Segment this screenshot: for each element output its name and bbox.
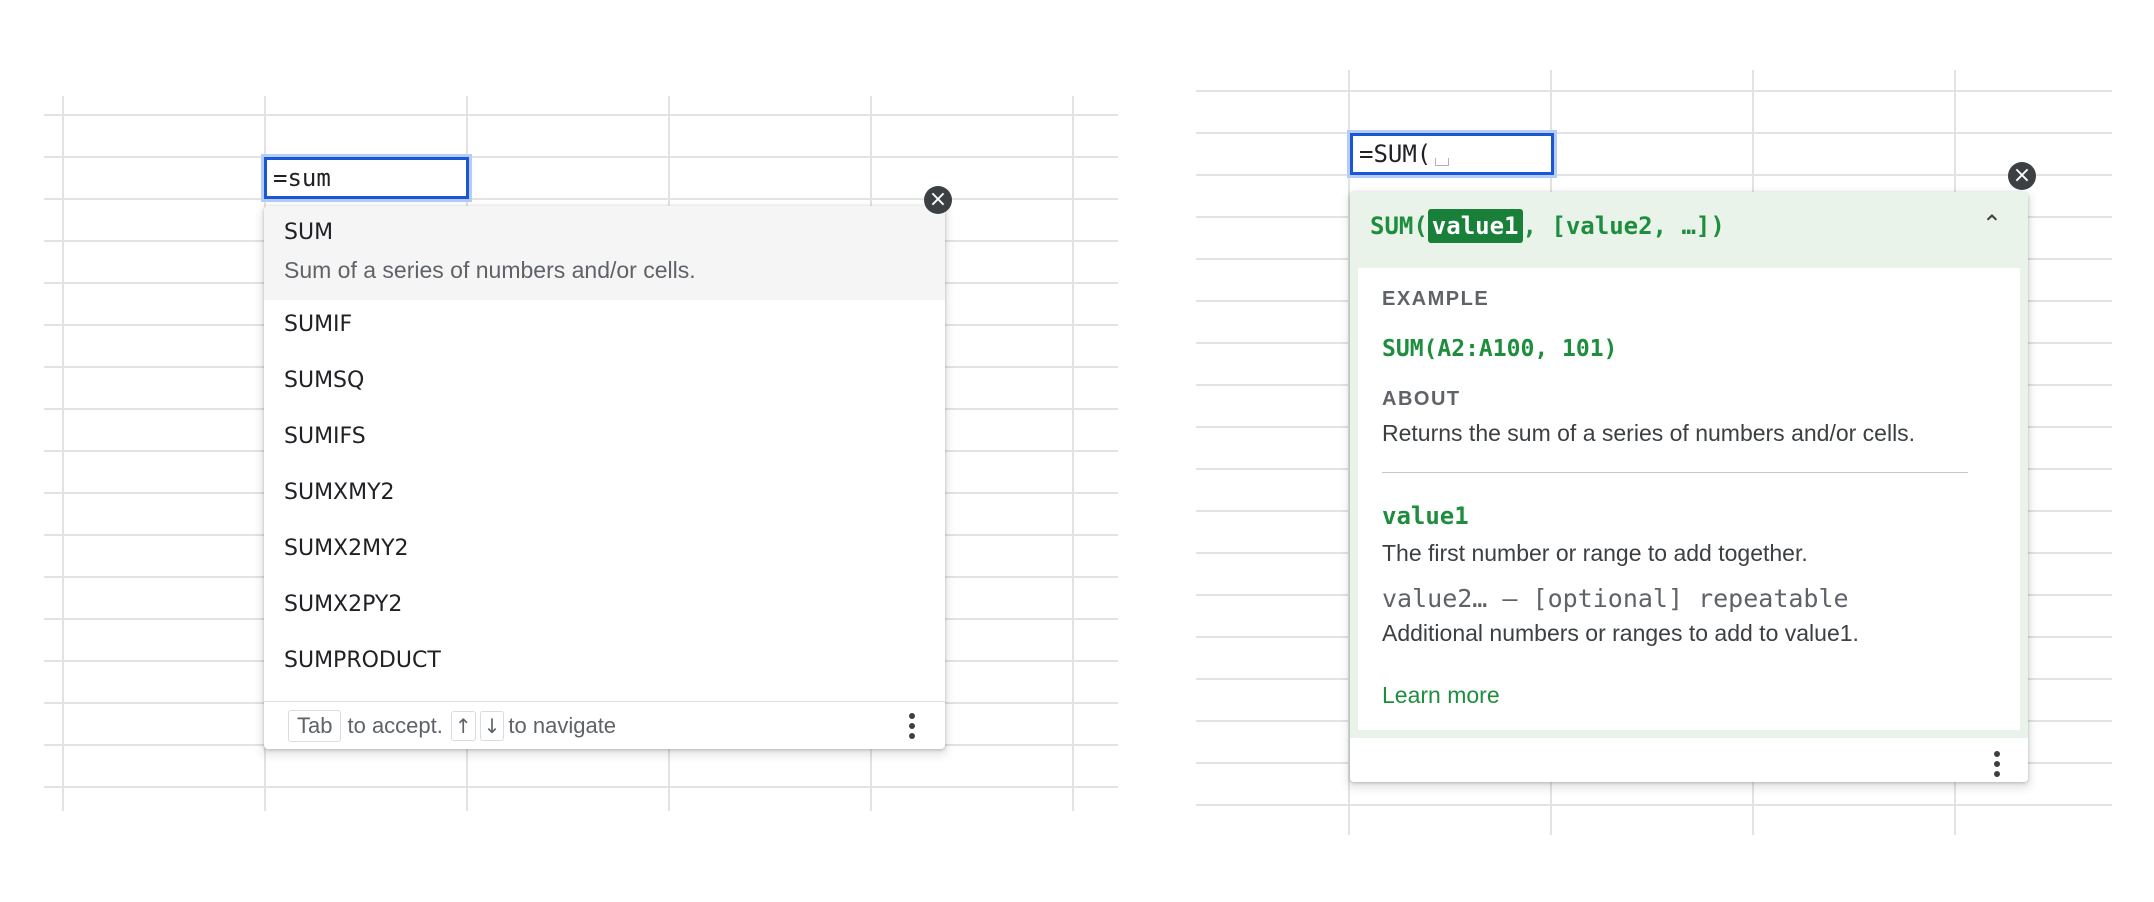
navigate-hint: to navigate [508,712,617,738]
tab-key-hint: Tab [288,709,342,742]
suggestion-name: SUMPRODUCT [284,648,441,673]
arrow-up-key-hint: ↑ [450,710,476,741]
cell-editor-text: =SUM( [1359,140,1432,168]
formula-autocomplete: SUM Sum of a series of numbers and/or ce… [264,206,945,749]
formula-help-panel: SUM(value1, [value2, …]) ⌃ EXAMPLE SUM(A… [1350,192,2028,782]
suggestion-name: SUMX2MY2 [284,536,409,561]
more-vert-icon[interactable] [907,710,917,742]
more-vert-icon[interactable] [1992,748,2002,780]
suggestion-description: Sum of a series of numbers and/or cells. [284,257,696,283]
suggestion-sumx2my2[interactable]: SUMX2MY2 [264,536,945,561]
accept-hint: to accept. [347,712,443,738]
suggestion-sumsq[interactable]: SUMSQ [264,368,945,393]
close-icon[interactable]: × [2008,162,2036,190]
suggestion-name: SUMX2PY2 [284,592,403,617]
cell-editor-left[interactable]: =sum [264,157,469,199]
about-text: Returns the sum of a series of numbers a… [1382,420,1916,446]
active-argument: value1 [1427,209,1523,243]
param2-description: Additional numbers or ranges to add to v… [1382,620,1859,646]
suggestion-name: SUMIF [284,312,353,337]
cell-editor-text: =sum [273,164,331,192]
signature-suffix: , [value2, …]) [1522,212,1725,240]
suggestion-name: SUMSQ [284,368,365,393]
param1-name: value1 [1382,502,1469,530]
learn-more-link[interactable]: Learn more [1382,682,1500,709]
help-header: SUM(value1, [value2, …]) ⌃ EXAMPLE SUM(A… [1350,192,2028,738]
about-heading: ABOUT [1382,388,1461,410]
help-footer [1350,738,2028,782]
example-formula: SUM(A2:A100, 101) [1382,336,1618,362]
suggestion-sum[interactable]: SUM Sum of a series of numbers and/or ce… [264,206,945,300]
suggestion-name: SUMXMY2 [284,480,395,505]
chevron-up-icon[interactable]: ⌃ [1982,210,2002,238]
param1-description: The first number or range to add togethe… [1382,540,1808,566]
suggestion-name: SUMIFS [284,424,366,449]
suggestion-sumproduct[interactable]: SUMPRODUCT [264,648,945,673]
suggestion-sumx2py2[interactable]: SUMX2PY2 [264,592,945,617]
help-body: EXAMPLE SUM(A2:A100, 101) ABOUT Returns … [1358,268,2020,730]
signature-prefix: SUM( [1370,212,1428,240]
suggestion-sumxmy2[interactable]: SUMXMY2 [264,480,945,505]
function-signature: SUM(value1, [value2, …]) [1370,209,1725,243]
suggestion-sumifs[interactable]: SUMIFS [264,424,945,449]
example-heading: EXAMPLE [1382,288,1490,310]
close-icon[interactable]: × [924,186,952,214]
divider [1382,472,1968,473]
param2-name: value2… – [optional] repeatable [1382,584,1849,613]
autocomplete-footer: Tab to accept. ↑ ↓ to navigate [264,701,945,749]
cell-editor-right[interactable]: =SUM( [1350,133,1554,175]
arrow-down-key-hint: ↓ [479,710,505,741]
space-indicator [1435,158,1450,166]
suggestion-name: SUM [284,220,334,245]
suggestion-sumif[interactable]: SUMIF [264,312,945,337]
